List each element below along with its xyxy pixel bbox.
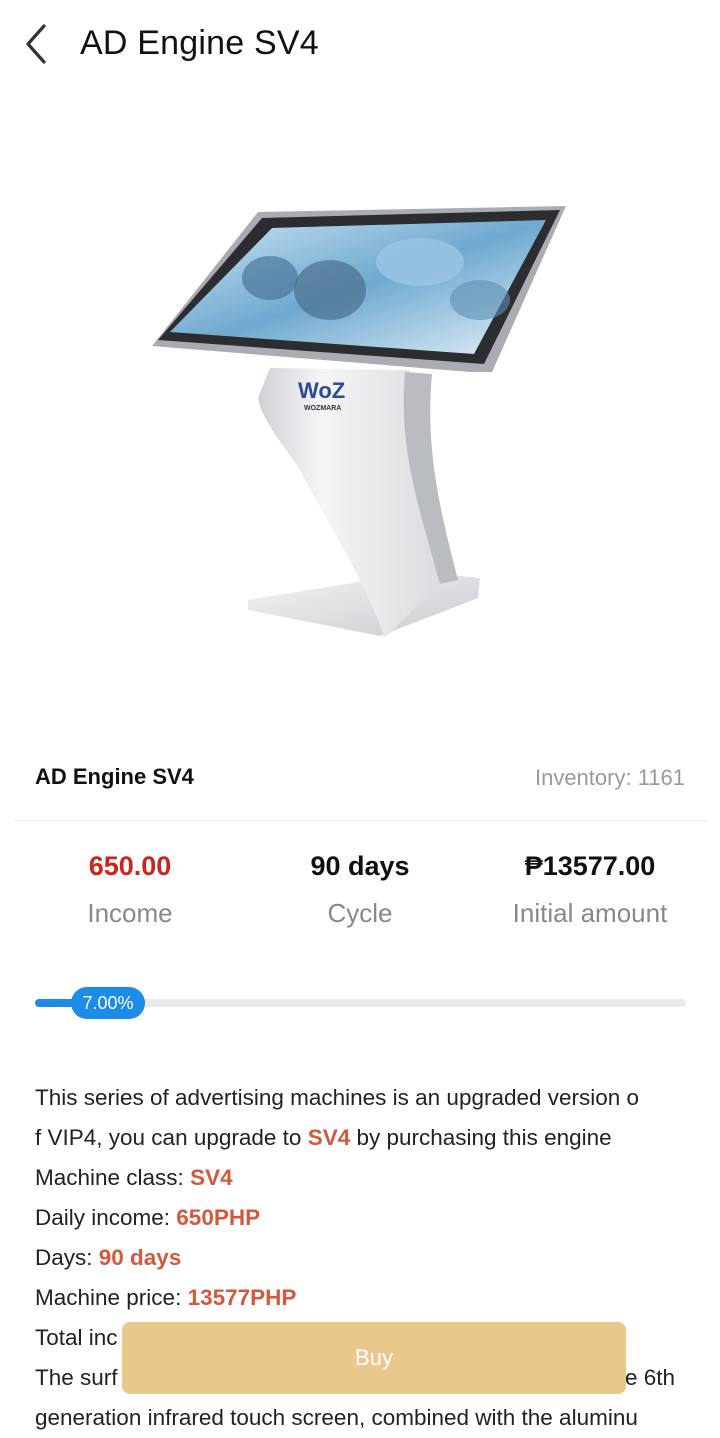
stat-initial-amount: ₱13577.00 Initial amount [470, 848, 710, 929]
product-image: WoZ WOZMARA [0, 150, 720, 710]
product-name: AD Engine SV4 [35, 764, 194, 789]
stat-cycle: 90 days Cycle [240, 848, 480, 929]
header: AD Engine SV4 [0, 0, 720, 92]
cycle-value: 90 days [310, 851, 410, 881]
daily-income-line: Daily income: 650PHP [35, 1205, 261, 1230]
initial-amount-value: ₱13577.00 [524, 851, 656, 881]
desc-line: generation infrared touch screen, combin… [35, 1405, 638, 1430]
income-value: 650.00 [88, 851, 172, 881]
income-label: Income [87, 898, 173, 928]
product-info-row: AD Engine SV4 Inventory: 1161 [35, 764, 685, 794]
machine-class-line: Machine class: SV4 [35, 1165, 233, 1190]
buy-button[interactable]: Buy [122, 1322, 626, 1394]
inventory-label: Inventory: [534, 765, 638, 790]
machine-price-line: Machine price: 13577PHP [35, 1285, 297, 1310]
inventory-text: Inventory: 1161 [535, 765, 685, 791]
inventory-value: 1161 [637, 765, 685, 790]
stat-income: 650.00 Income [10, 848, 250, 929]
desc-line: f VIP4, you can upgrade to SV4 by purcha… [35, 1125, 612, 1150]
days-line: Days: 90 days [35, 1245, 182, 1270]
cycle-label: Cycle [327, 898, 393, 928]
progress-label: 7.00% [71, 987, 145, 1019]
page-title: AD Engine SV4 [80, 24, 319, 62]
divider [14, 820, 708, 821]
svg-text:WOZMARA: WOZMARA [304, 405, 341, 412]
svg-text:WoZ: WoZ [298, 378, 345, 403]
initial-amount-label: Initial amount [512, 898, 668, 928]
desc-line: This series of advertising machines is a… [35, 1085, 640, 1110]
chevron-left-icon [26, 24, 46, 64]
back-button[interactable] [20, 22, 54, 66]
